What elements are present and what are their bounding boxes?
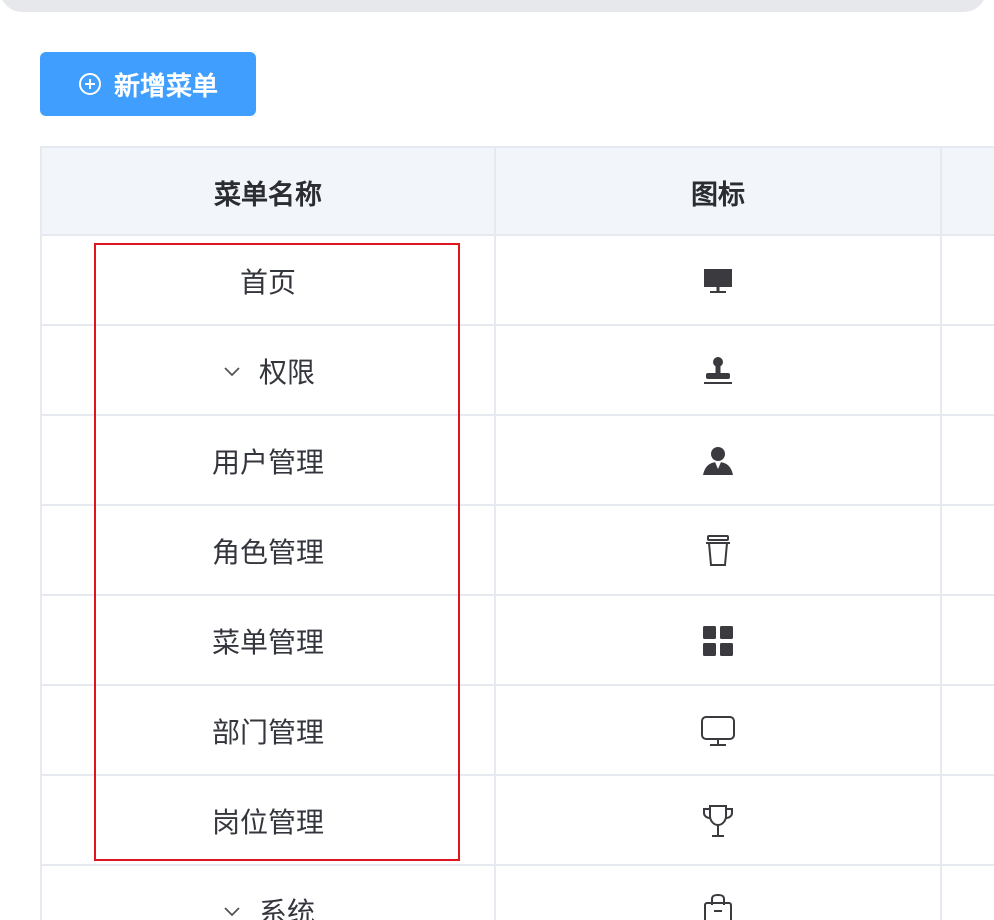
table-row[interactable]: 部门管理 bbox=[40, 686, 994, 776]
menu-name-label: 系统 bbox=[258, 896, 315, 920]
icon-cell bbox=[496, 596, 940, 686]
monitor-outline-icon bbox=[701, 716, 735, 746]
menu-name-cell: 菜单管理 bbox=[42, 596, 494, 686]
table-row[interactable]: 系统 bbox=[40, 866, 994, 920]
menu-name-cell: 权限 bbox=[42, 326, 494, 416]
cup-icon bbox=[706, 535, 730, 566]
monitor-filled-icon bbox=[704, 269, 732, 293]
table-row[interactable]: 菜单管理 bbox=[40, 596, 994, 686]
trophy-icon bbox=[703, 805, 733, 837]
menu-name-cell: 首页 bbox=[42, 236, 494, 326]
add-menu-button-label: 新增菜单 bbox=[113, 70, 218, 101]
menu-name-label: 部门管理 bbox=[211, 716, 324, 749]
icon-cell bbox=[496, 416, 940, 506]
menu-name-cell: 用户管理 bbox=[42, 416, 494, 506]
table-row[interactable]: 权限 bbox=[40, 326, 994, 416]
icon-cell bbox=[496, 686, 940, 776]
table-row[interactable]: 用户管理 bbox=[40, 416, 994, 506]
table-row[interactable]: 角色管理 bbox=[40, 506, 994, 596]
table-row[interactable]: 岗位管理 bbox=[40, 776, 994, 866]
grid-icon bbox=[703, 626, 733, 656]
icon-cell bbox=[496, 776, 940, 866]
menu-name-cell: 系统 bbox=[42, 866, 494, 920]
menu-name-cell: 岗位管理 bbox=[42, 776, 494, 866]
chevron-down-icon[interactable] bbox=[221, 360, 243, 382]
menu-name-label: 权限 bbox=[258, 356, 315, 389]
stamp-icon bbox=[704, 357, 732, 384]
plus-circle-icon bbox=[78, 72, 102, 96]
user-filled-icon bbox=[703, 447, 733, 475]
column-header-menu-name[interactable]: 菜单名称 bbox=[42, 148, 494, 236]
icon-cell bbox=[496, 506, 940, 596]
menu-name-label: 菜单管理 bbox=[211, 626, 324, 659]
chevron-down-icon[interactable] bbox=[221, 900, 243, 920]
menu-table: 菜单名称 图标 首页 权限 用户管理 角色管理 菜单管理 部门管理 岗位管理 系… bbox=[40, 146, 994, 920]
menu-name-label: 角色管理 bbox=[211, 536, 324, 569]
table-header: 菜单名称 图标 bbox=[40, 146, 994, 236]
menu-name-label: 用户管理 bbox=[211, 446, 324, 479]
card-top-edge bbox=[0, 0, 986, 12]
icon-cell bbox=[496, 866, 940, 920]
menu-name-label: 首页 bbox=[239, 266, 296, 299]
icon-cell bbox=[496, 236, 940, 326]
menu-name-label: 岗位管理 bbox=[211, 806, 324, 839]
table-row[interactable]: 首页 bbox=[40, 236, 994, 326]
menu-name-cell: 角色管理 bbox=[42, 506, 494, 596]
shopping-bag-icon bbox=[704, 893, 732, 920]
add-menu-button[interactable]: 新增菜单 bbox=[40, 52, 256, 116]
column-header-icon[interactable]: 图标 bbox=[496, 148, 940, 236]
menu-name-cell: 部门管理 bbox=[42, 686, 494, 776]
icon-cell bbox=[496, 326, 940, 416]
